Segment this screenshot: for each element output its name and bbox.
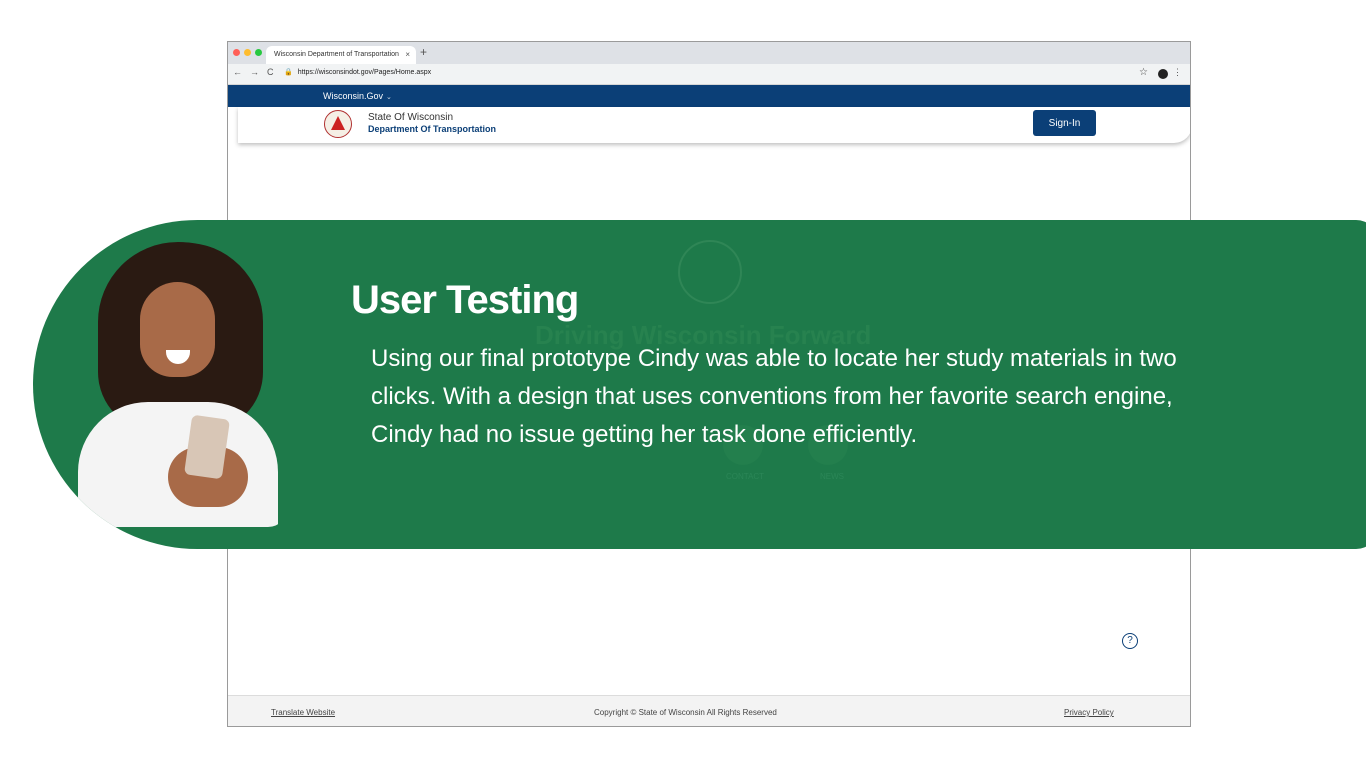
forward-icon[interactable]: →: [250, 67, 259, 77]
bookmark-star-icon[interactable]: ☆: [1139, 67, 1148, 78]
background-seal: [678, 240, 742, 304]
tab-close-icon[interactable]: ×: [405, 46, 410, 64]
close-window-icon[interactable]: [233, 49, 240, 56]
chevron-down-icon[interactable]: ⌄: [386, 94, 392, 101]
gov-link[interactable]: Wisconsin.Gov: [323, 91, 383, 101]
privacy-policy-link[interactable]: Privacy Policy: [1064, 708, 1114, 717]
browser-tab[interactable]: Wisconsin Department of Transportation ×: [266, 46, 416, 64]
minimize-window-icon[interactable]: [244, 49, 251, 56]
banner-title: User Testing: [351, 278, 579, 322]
back-icon[interactable]: ←: [233, 67, 242, 77]
profile-avatar[interactable]: [1158, 69, 1168, 79]
user-testing-banner: Driving Wisconsin Forward CONTACT NEWS U…: [33, 220, 1366, 549]
background-news-label: NEWS: [820, 472, 844, 481]
banner-text: Using our final prototype Cindy was able…: [371, 345, 1177, 448]
background-contact-label: CONTACT: [726, 472, 765, 481]
url-field[interactable]: 🔒 https://wisconsindot.gov/Pages/Home.asp…: [284, 68, 431, 76]
department-name: Department Of Transportation: [368, 124, 497, 134]
site-header: State Of Wisconsin Department Of Transpo…: [238, 107, 1190, 143]
user-photo: [68, 242, 288, 527]
reload-icon[interactable]: C: [267, 67, 274, 77]
new-tab-icon[interactable]: +: [420, 45, 427, 59]
lock-icon: 🔒: [284, 69, 293, 76]
dot-seal-logo[interactable]: [324, 110, 352, 138]
tab-bar: Wisconsin Department of Transportation ×…: [228, 42, 1190, 64]
state-name: State Of Wisconsin: [368, 112, 454, 123]
help-icon[interactable]: ?: [1122, 633, 1138, 649]
sign-in-button[interactable]: Sign-In: [1033, 110, 1096, 136]
copyright-text: Copyright © State of Wisconsin All Right…: [594, 708, 777, 717]
translate-link[interactable]: Translate Website: [271, 708, 335, 717]
tab-title: Wisconsin Department of Transportation: [274, 51, 399, 58]
gov-bar: Wisconsin.Gov ⌄: [228, 85, 1190, 107]
url-text: https://wisconsindot.gov/Pages/Home.aspx: [297, 69, 432, 76]
menu-kebab-icon[interactable]: ⋮: [1173, 67, 1182, 78]
address-bar: ← → C 🔒 https://wisconsindot.gov/Pages/Ho…: [228, 64, 1190, 85]
site-footer: Translate Website Copyright © State of W…: [228, 695, 1190, 726]
maximize-window-icon[interactable]: [255, 49, 262, 56]
